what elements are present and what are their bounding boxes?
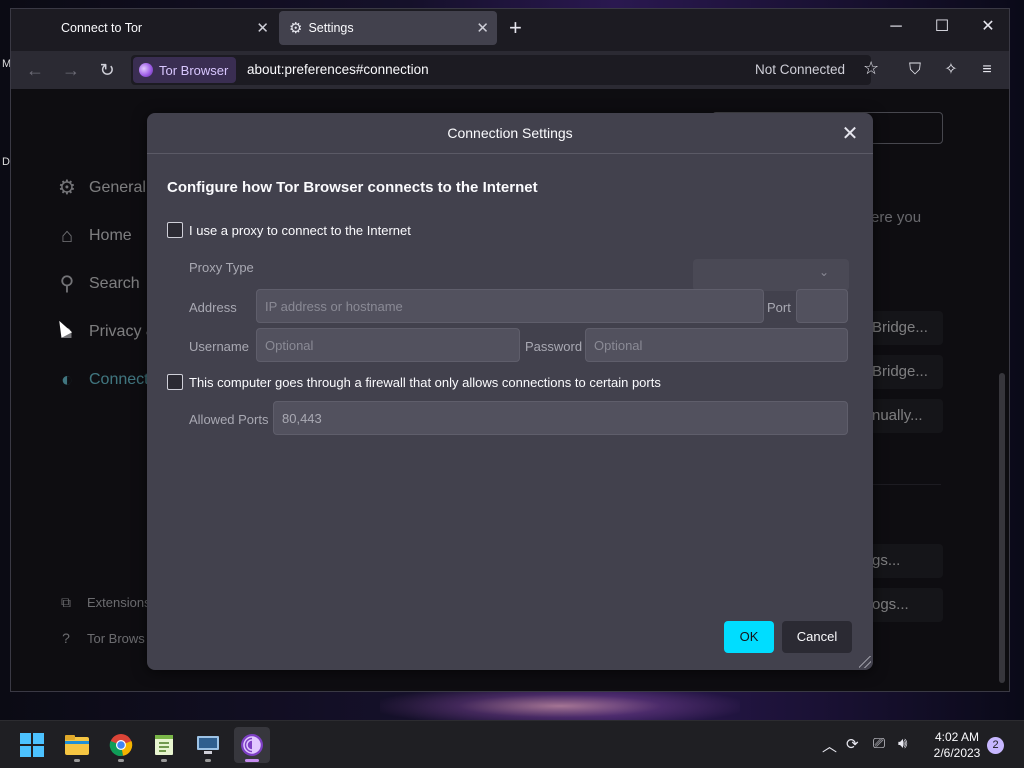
running-indicator bbox=[118, 759, 124, 762]
windows-start-button[interactable] bbox=[14, 727, 50, 763]
dialog-heading: Configure how Tor Browser connects to th… bbox=[167, 179, 538, 196]
desktop-fragment-text: D bbox=[2, 156, 10, 168]
address-label: Address bbox=[189, 300, 237, 315]
forward-button[interactable]: → bbox=[57, 57, 85, 83]
volume-icon[interactable]: 🔊︎ bbox=[898, 735, 907, 752]
dialog-header: Connection Settings ✕ bbox=[147, 113, 873, 154]
connection-status: Not Connected bbox=[755, 62, 846, 77]
url-bar[interactable]: Tor Browser about:preferences#connection… bbox=[131, 55, 879, 85]
close-icon[interactable]: ✕ bbox=[837, 121, 863, 147]
identity-label: Tor Browser bbox=[159, 62, 229, 78]
minimize-button[interactable]: ─ bbox=[873, 13, 919, 41]
taskbar-notepad-plus[interactable] bbox=[146, 727, 182, 763]
file-explorer-icon bbox=[65, 735, 89, 755]
tab-title: Connect to Tor bbox=[61, 21, 143, 35]
port-label: Port bbox=[767, 300, 791, 315]
allowed-ports-input[interactable] bbox=[274, 402, 847, 434]
connection-settings-dialog: Connection Settings ✕ Configure how Tor … bbox=[147, 113, 873, 670]
username-field[interactable] bbox=[256, 328, 520, 362]
chrome-icon bbox=[109, 734, 133, 757]
firewall-checkbox-row[interactable]: This computer goes through a firewall th… bbox=[167, 374, 661, 390]
tor-browser-icon bbox=[241, 734, 263, 756]
network-tool-icon bbox=[197, 736, 219, 754]
url-text[interactable]: about:preferences#connection bbox=[247, 62, 429, 77]
shield-icon[interactable]: ⛉ bbox=[901, 57, 929, 83]
notepad-plus-icon bbox=[155, 735, 173, 755]
proxy-type-select[interactable]: ⌄ bbox=[693, 259, 849, 291]
firewall-checkbox-label: This computer goes through a firewall th… bbox=[189, 374, 661, 390]
notification-badge[interactable]: 2 bbox=[987, 737, 1004, 754]
tab-connect-to-tor[interactable]: Connect to Tor ✕ bbox=[51, 11, 277, 45]
tor-browser-identity-button[interactable]: Tor Browser bbox=[133, 57, 237, 83]
tor-onion-icon bbox=[139, 63, 153, 77]
sync-icon[interactable]: ⟳ bbox=[846, 735, 859, 753]
new-identity-broom-icon[interactable]: ✧ bbox=[937, 57, 965, 83]
chevron-down-icon: ⌄ bbox=[818, 265, 829, 279]
proxy-checkbox-row[interactable]: I use a proxy to connect to the Internet bbox=[167, 222, 411, 238]
password-label: Password bbox=[525, 339, 583, 354]
tab-title: Settings bbox=[308, 21, 354, 35]
username-input[interactable] bbox=[257, 329, 519, 361]
close-icon[interactable]: ✕ bbox=[476, 19, 489, 37]
username-label: Username bbox=[189, 339, 249, 354]
clock-time: 4:02 AM bbox=[934, 730, 980, 744]
taskbar-tor-browser[interactable] bbox=[234, 727, 270, 763]
dialog-title: Connection Settings bbox=[447, 125, 573, 141]
hamburger-menu-icon[interactable]: ≡ bbox=[973, 57, 1001, 83]
reload-button[interactable]: ↻ bbox=[93, 57, 121, 83]
new-tab-button[interactable]: + bbox=[509, 15, 522, 41]
chevron-up-icon[interactable]: ︿ bbox=[822, 735, 837, 756]
gear-icon: ⚙ bbox=[289, 20, 303, 37]
taskbar: ︿ ⟳ ⎚ 🔊︎ 4:02 AM 2/6/2023 2 bbox=[0, 720, 1024, 768]
maximize-button[interactable]: ☐ bbox=[919, 13, 965, 41]
running-indicator bbox=[205, 759, 211, 762]
close-window-button[interactable]: ✕ bbox=[965, 13, 1009, 41]
running-indicator bbox=[245, 759, 259, 762]
windows-start-icon bbox=[20, 733, 44, 757]
navigation-toolbar: ← → ↻ Tor Browser about:preferences#conn… bbox=[11, 51, 1009, 89]
system-clock[interactable]: 4:02 AM 2/6/2023 bbox=[922, 729, 992, 761]
back-button[interactable]: ← bbox=[21, 57, 49, 83]
tab-settings[interactable]: ⚙ Settings ✕ bbox=[279, 11, 497, 45]
taskbar-file-explorer[interactable] bbox=[59, 727, 95, 763]
password-input[interactable] bbox=[586, 329, 847, 361]
address-field[interactable] bbox=[256, 289, 764, 323]
cancel-button[interactable]: Cancel bbox=[782, 621, 852, 653]
taskbar-chrome[interactable] bbox=[103, 727, 139, 763]
port-input[interactable] bbox=[797, 290, 847, 322]
proxy-checkbox[interactable] bbox=[167, 222, 183, 238]
password-field[interactable] bbox=[585, 328, 848, 362]
bookmark-star-icon[interactable]: ☆ bbox=[863, 58, 879, 79]
resize-grip-icon[interactable] bbox=[859, 656, 871, 668]
taskbar-network-tool[interactable] bbox=[190, 727, 226, 763]
proxy-type-label: Proxy Type bbox=[189, 260, 254, 275]
network-icon[interactable]: ⎚ bbox=[873, 735, 885, 752]
allowed-ports-label: Allowed Ports bbox=[189, 412, 269, 427]
allowed-ports-field[interactable] bbox=[273, 401, 848, 435]
running-indicator bbox=[161, 759, 167, 762]
proxy-checkbox-label: I use a proxy to connect to the Internet bbox=[189, 222, 411, 238]
close-icon[interactable]: ✕ bbox=[256, 19, 269, 37]
tab-bar: Connect to Tor ✕ ⚙ Settings ✕ + ─ ☐ ✕ bbox=[11, 9, 1009, 47]
firewall-checkbox[interactable] bbox=[167, 374, 183, 390]
port-field[interactable] bbox=[796, 289, 848, 323]
address-input[interactable] bbox=[257, 290, 763, 322]
running-indicator bbox=[74, 759, 80, 762]
clock-date: 2/6/2023 bbox=[933, 746, 981, 760]
ok-button[interactable]: OK bbox=[724, 621, 774, 653]
